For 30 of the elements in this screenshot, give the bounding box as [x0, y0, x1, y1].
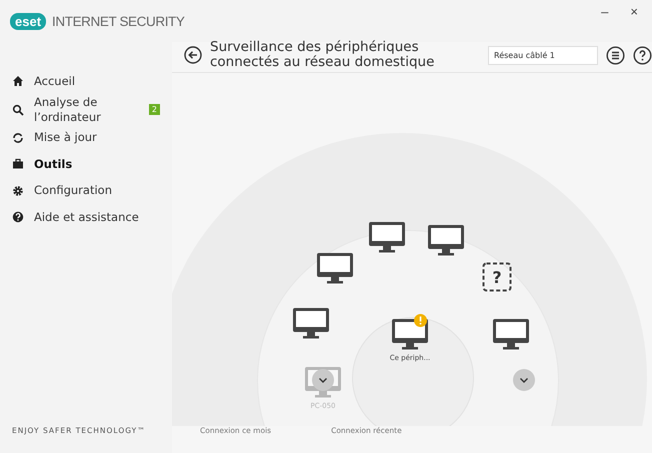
network-field[interactable]: Réseau câblé 1	[488, 46, 598, 64]
home-icon	[12, 75, 24, 88]
unknown-device-icon[interactable]: ?	[482, 262, 512, 292]
sidebar-item[interactable]: Analyse de l’ordinateur 2	[0, 94, 172, 124]
menu-icon[interactable]	[606, 46, 625, 64]
chevron-down-icon	[519, 376, 529, 384]
help-icon[interactable]	[633, 46, 652, 64]
page-title: Surveillance des périphériques connectés au réseau domestique	[210, 40, 436, 70]
minimize-button[interactable]: –	[597, 4, 612, 19]
monitor-icon[interactable]	[492, 318, 530, 352]
back-button[interactable]	[184, 46, 202, 64]
monitor-icon[interactable]	[368, 221, 406, 255]
sidebar-item[interactable]: Accueil	[0, 68, 172, 94]
sidebar-item[interactable]: Configuration	[0, 178, 172, 204]
count-badge: 2	[148, 104, 160, 115]
help-icon	[12, 211, 24, 224]
close-button[interactable]: ×	[626, 4, 642, 19]
logo: eset	[10, 12, 46, 30]
search-icon	[12, 104, 24, 116]
chevron-down-icon	[318, 376, 328, 384]
monitor-icon[interactable]	[292, 307, 330, 341]
toolbox-icon	[12, 158, 24, 170]
sidebar-item[interactable]: Aide et assistance	[0, 204, 172, 230]
refresh-icon	[12, 132, 24, 144]
app-title: INTERNET SECURITY	[52, 14, 184, 28]
sidebar-item[interactable]: Mise à jour	[0, 124, 172, 151]
monitor-icon[interactable]	[427, 224, 465, 258]
monitor-icon[interactable]	[316, 252, 354, 286]
settings-icon	[12, 184, 24, 197]
sidebar-item[interactable]: Outils	[0, 151, 172, 178]
